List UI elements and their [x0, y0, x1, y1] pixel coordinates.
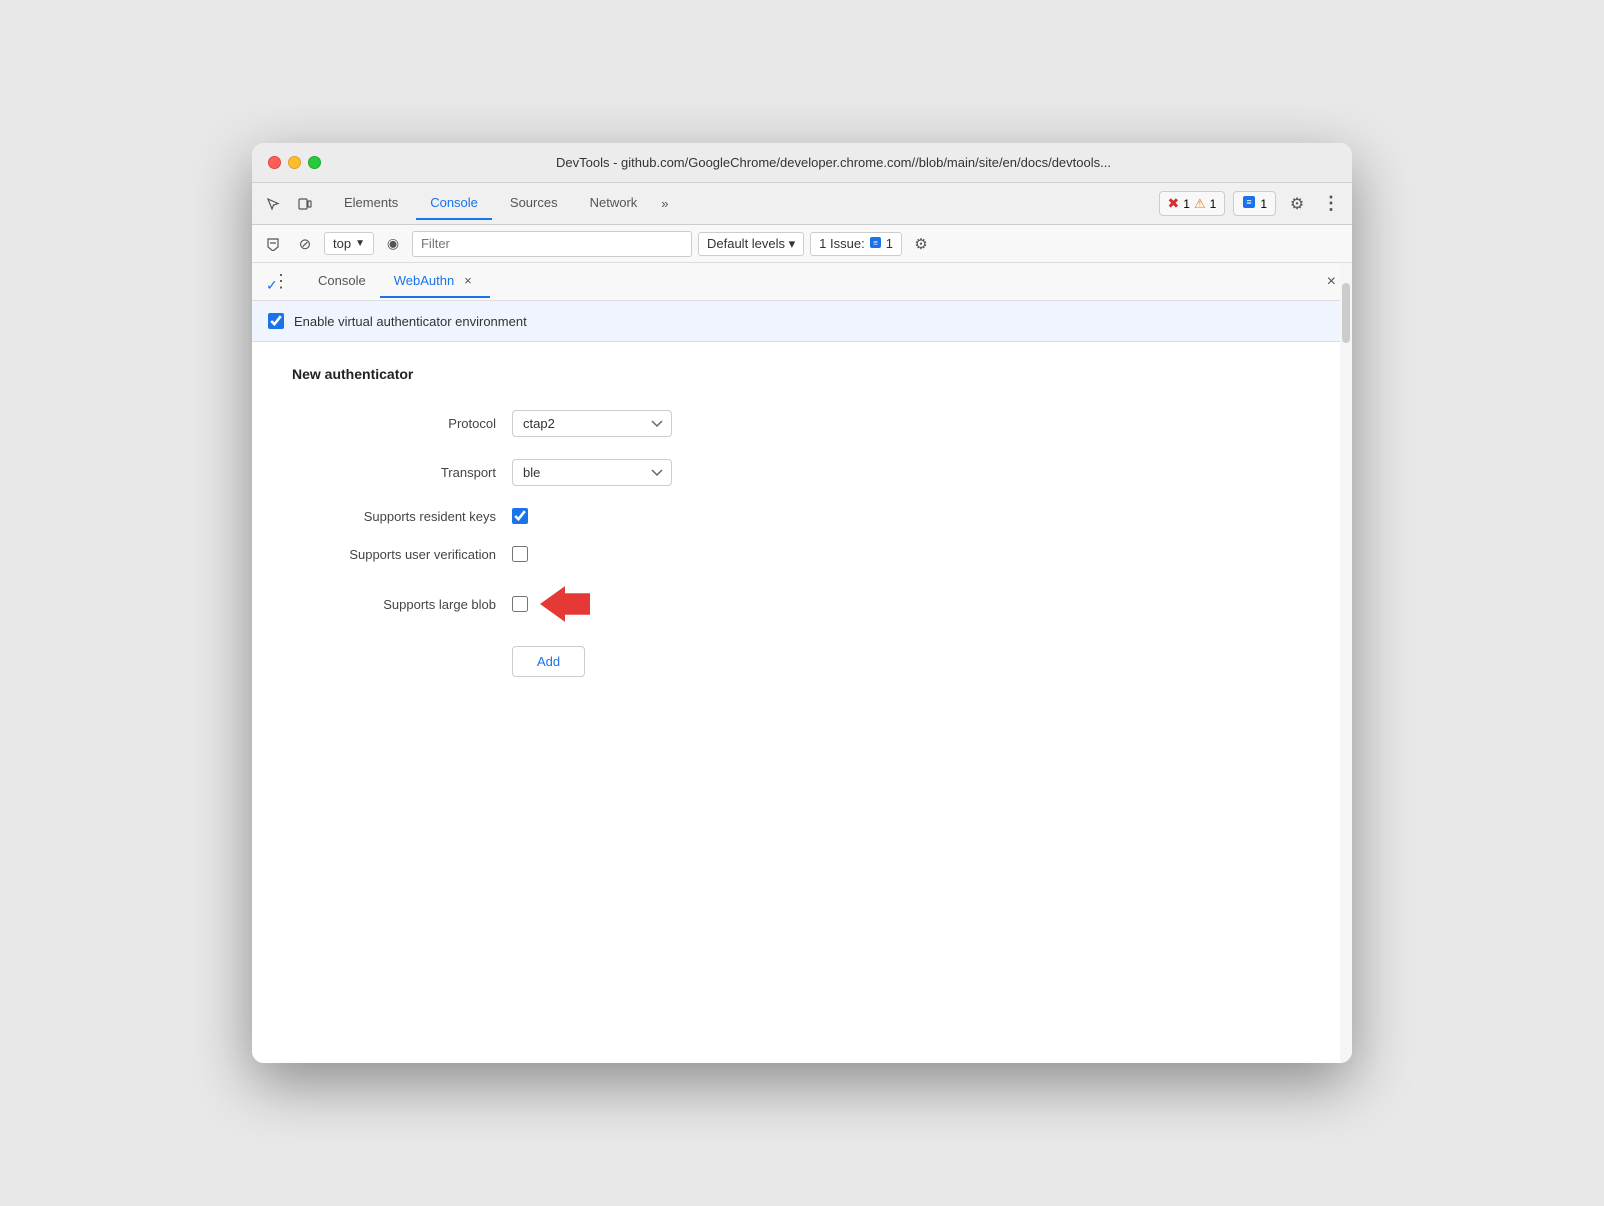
content-area: New authenticator Protocol ctap2 u2f Tra…: [252, 342, 1352, 701]
user-verification-checkbox[interactable]: [512, 546, 528, 562]
clear-console-icon[interactable]: [260, 231, 286, 257]
error-count: 1: [1183, 197, 1190, 211]
tab-sources[interactable]: Sources: [496, 187, 572, 220]
tab-console[interactable]: Console: [416, 187, 492, 220]
error-badge-button[interactable]: ✖ 1 ⚠ 1: [1159, 191, 1226, 216]
context-value: top: [333, 236, 351, 251]
settings-icon[interactable]: ⚙: [1284, 191, 1310, 217]
window-title: DevTools - github.com/GoogleChrome/devel…: [331, 155, 1336, 170]
chevron-down-icon: ▼: [355, 238, 365, 249]
context-selector[interactable]: top ▼: [324, 232, 374, 255]
user-verification-label: Supports user verification: [292, 547, 512, 562]
tabs-more-button[interactable]: »: [655, 192, 674, 215]
large-blob-checkbox[interactable]: [512, 596, 528, 612]
resident-keys-label: Supports resident keys: [292, 509, 512, 524]
scrollbar-thumb[interactable]: [1342, 283, 1350, 343]
svg-text:≡: ≡: [873, 238, 878, 247]
blue-tick: ✓: [266, 277, 278, 294]
minimize-button[interactable]: [288, 156, 301, 169]
info-badge-button[interactable]: ≡ 1: [1233, 191, 1276, 216]
log-levels-label: Default levels ▾: [707, 236, 795, 252]
transport-select[interactable]: ble usb nfc internal: [512, 459, 672, 486]
drawer-tab-webauthn-label: WebAuthn: [394, 273, 454, 288]
issues-count: 1: [886, 236, 893, 251]
tab-bar-right: ✖ 1 ⚠ 1 ≡ 1 ⚙ ⋮: [1159, 191, 1344, 217]
protocol-label: Protocol: [292, 416, 512, 431]
log-levels-button[interactable]: Default levels ▾: [698, 232, 804, 256]
drawer-area: ✓ ⋮ Console WebAuthn × × Enable virtual …: [252, 263, 1352, 1063]
add-button-row: Add: [292, 646, 1312, 677]
traffic-lights: [268, 156, 321, 169]
protocol-row: Protocol ctap2 u2f: [292, 410, 1312, 437]
warning-count: 1: [1210, 197, 1217, 211]
warning-icon: ⚠: [1194, 196, 1206, 212]
large-blob-arrow-container: [512, 584, 590, 624]
drawer-tab-close-icon[interactable]: ×: [460, 271, 476, 290]
transport-row: Transport ble usb nfc internal: [292, 459, 1312, 486]
issues-info-icon: ≡: [869, 236, 882, 252]
filter-input[interactable]: [412, 231, 692, 257]
error-icon: ✖: [1168, 195, 1180, 212]
svg-text:≡: ≡: [1247, 197, 1252, 207]
drawer-tab-webauthn[interactable]: WebAuthn ×: [380, 265, 490, 298]
tab-network[interactable]: Network: [576, 187, 652, 220]
user-verification-row: Supports user verification: [292, 546, 1312, 562]
scrollbar[interactable]: [1340, 263, 1352, 1063]
console-settings-icon[interactable]: ⚙: [908, 231, 934, 257]
add-button[interactable]: Add: [512, 646, 585, 677]
tab-bar-icons: [260, 191, 318, 217]
device-toolbar-icon[interactable]: [292, 191, 318, 217]
cursor-icon[interactable]: [260, 191, 286, 217]
resident-keys-checkbox[interactable]: [512, 508, 528, 524]
info-icon: ≡: [1242, 195, 1256, 212]
info-count: 1: [1260, 197, 1267, 211]
main-tab-bar: Elements Console Sources Network » ✖ 1 ⚠…: [252, 183, 1352, 225]
drawer-tab-bar: ⋮ Console WebAuthn × ×: [252, 263, 1352, 301]
large-blob-label: Supports large blob: [292, 597, 512, 612]
drawer-tab-console[interactable]: Console: [304, 267, 380, 296]
eye-icon[interactable]: ◉: [380, 231, 406, 257]
drawer-close-icon[interactable]: ×: [1323, 269, 1340, 295]
resident-keys-row: Supports resident keys: [292, 508, 1312, 524]
red-arrow-icon: [540, 584, 590, 624]
devtools-body: Elements Console Sources Network » ✖ 1 ⚠…: [252, 183, 1352, 1063]
transport-label: Transport: [292, 465, 512, 480]
close-button[interactable]: [268, 156, 281, 169]
devtools-window: DevTools - github.com/GoogleChrome/devel…: [252, 143, 1352, 1063]
issues-label: 1 Issue:: [819, 236, 865, 251]
enable-checkbox[interactable]: [268, 313, 284, 329]
protocol-select[interactable]: ctap2 u2f: [512, 410, 672, 437]
enable-label: Enable virtual authenticator environment: [294, 314, 527, 329]
more-options-icon[interactable]: ⋮: [1318, 191, 1344, 217]
large-blob-row: Supports large blob: [292, 584, 1312, 624]
section-title: New authenticator: [292, 366, 1312, 382]
console-toolbar: ⊘ top ▼ ◉ Default levels ▾ 1 Issue: ≡ 1 …: [252, 225, 1352, 263]
enable-authenticator-row: Enable virtual authenticator environment: [252, 301, 1352, 342]
block-icon[interactable]: ⊘: [292, 231, 318, 257]
tab-elements[interactable]: Elements: [330, 187, 412, 220]
issues-button[interactable]: 1 Issue: ≡ 1: [810, 232, 902, 256]
maximize-button[interactable]: [308, 156, 321, 169]
title-bar: DevTools - github.com/GoogleChrome/devel…: [252, 143, 1352, 183]
